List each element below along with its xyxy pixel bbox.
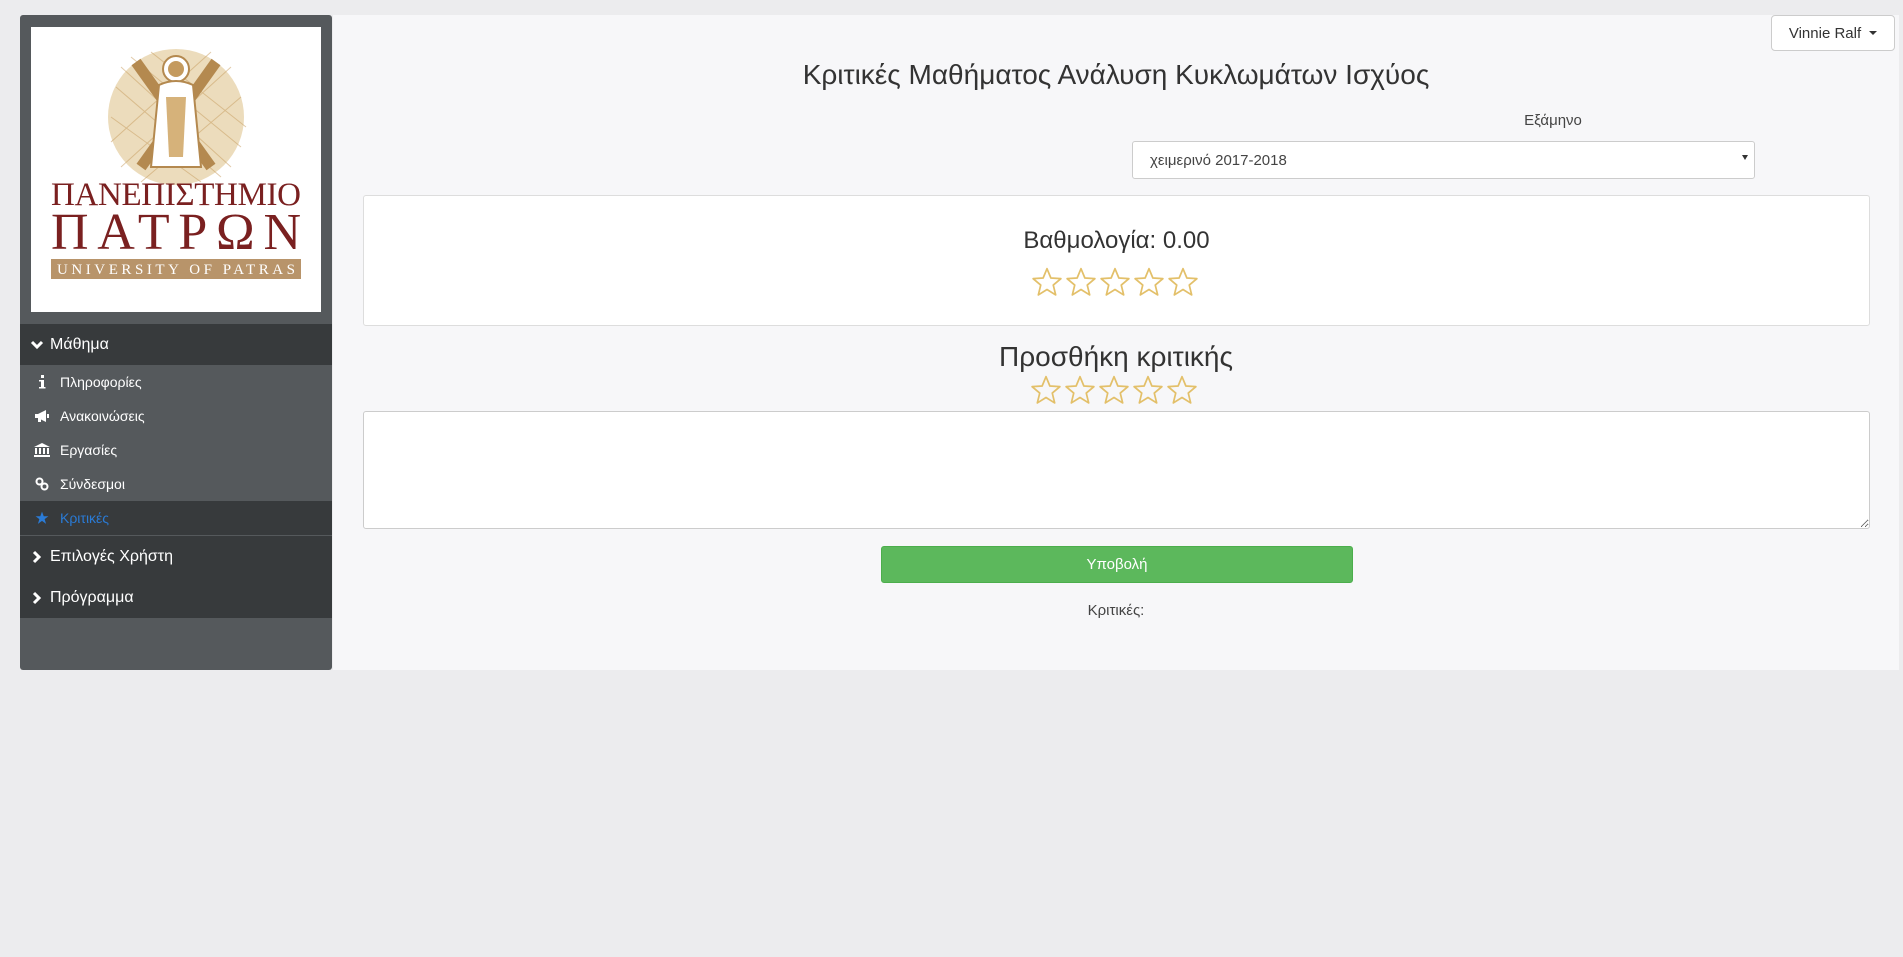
sidebar-item-info[interactable]: Πληροφορίες — [20, 365, 332, 399]
semester-select[interactable]: χειμερινό 2017-2018 — [1132, 141, 1755, 179]
reviews-list-label: Κριτικές: — [1087, 602, 1145, 619]
semester-label: Εξάμηνο — [1524, 112, 1582, 129]
menu-section-label: Μάθημα — [50, 335, 109, 353]
sidebar-item-reviews[interactable]: Κριτικές — [20, 501, 332, 535]
chevron-right-icon — [32, 550, 42, 563]
page-title: Κριτικές Μαθήματος Ανάλυση Κυκλωμάτων Ισ… — [802, 59, 1430, 90]
sidebar-item-label: Πληροφορίες — [60, 374, 142, 390]
sidebar: ΠΑΝΕΠΙΣΤΗΜΙΟ ΠΑΤΡΩΝ UNIVERSITY OF PATRAS… — [20, 15, 332, 670]
star-icon[interactable] — [1064, 374, 1096, 406]
semester-selected-value: χειμερινό 2017-2018 — [1150, 151, 1287, 169]
menu-section-course[interactable]: Μάθημα — [20, 324, 332, 365]
new-rating-stars[interactable] — [1030, 374, 1198, 406]
rating-card: Βαθμολογία: 0.00 — [363, 195, 1870, 326]
sidebar-item-label: Ανακοινώσεις — [60, 408, 145, 424]
user-menu-button[interactable]: Vinnie Ralf — [1771, 15, 1895, 51]
star-icon[interactable] — [1132, 374, 1164, 406]
bullhorn-icon — [33, 408, 51, 424]
add-review-title: Προσθήκη κριτικής — [999, 341, 1233, 372]
sidebar-item-assignments[interactable]: Εργασίες — [20, 433, 332, 467]
review-textarea[interactable] — [363, 411, 1870, 529]
star-icon — [1168, 267, 1198, 296]
star-icon[interactable] — [1098, 374, 1130, 406]
star-icon[interactable] — [1030, 374, 1062, 406]
dropdown-arrow-icon — [1742, 155, 1748, 160]
star-icon — [1066, 267, 1096, 296]
sidebar-item-label: Εργασίες — [60, 442, 118, 458]
user-name: Vinnie Ralf — [1788, 24, 1862, 42]
chevron-right-icon — [32, 591, 42, 604]
sidebar-item-label: Σύνδεσμοι — [60, 476, 125, 492]
menu-section-schedule[interactable]: Πρόγραμμα — [20, 577, 332, 618]
institution-icon — [33, 442, 51, 458]
star-icon — [1100, 267, 1130, 296]
main-panel: Vinnie Ralf Κριτικές Μαθήματος Ανάλυση Κ… — [333, 15, 1899, 670]
average-rating: Βαθμολογία: 0.00 — [1023, 227, 1210, 254]
link-icon — [33, 476, 51, 492]
star-icon — [1032, 267, 1062, 296]
info-icon — [33, 374, 51, 390]
star-icon — [33, 510, 51, 526]
sidebar-item-announcements[interactable]: Ανακοινώσεις — [20, 399, 332, 433]
sidebar-item-links[interactable]: Σύνδεσμοι — [20, 467, 332, 501]
sidebar-item-label: Κριτικές — [60, 510, 110, 526]
star-icon[interactable] — [1166, 374, 1198, 406]
submit-button[interactable]: Υποβολή — [881, 546, 1353, 583]
star-icon — [1134, 267, 1164, 296]
caret-down-icon — [1869, 31, 1878, 35]
chevron-down-icon — [30, 340, 44, 349]
menu-section-label: Επιλογές Χρήστη — [50, 547, 173, 565]
menu-section-label: Πρόγραμμα — [50, 588, 134, 606]
average-rating-stars — [1031, 266, 1199, 298]
menu-section-user-options[interactable]: Επιλογές Χρήστη — [20, 536, 332, 577]
university-logo: ΠΑΝΕΠΙΣΤΗΜΙΟ ΠΑΤΡΩΝ UNIVERSITY OF PATRAS — [31, 27, 321, 312]
